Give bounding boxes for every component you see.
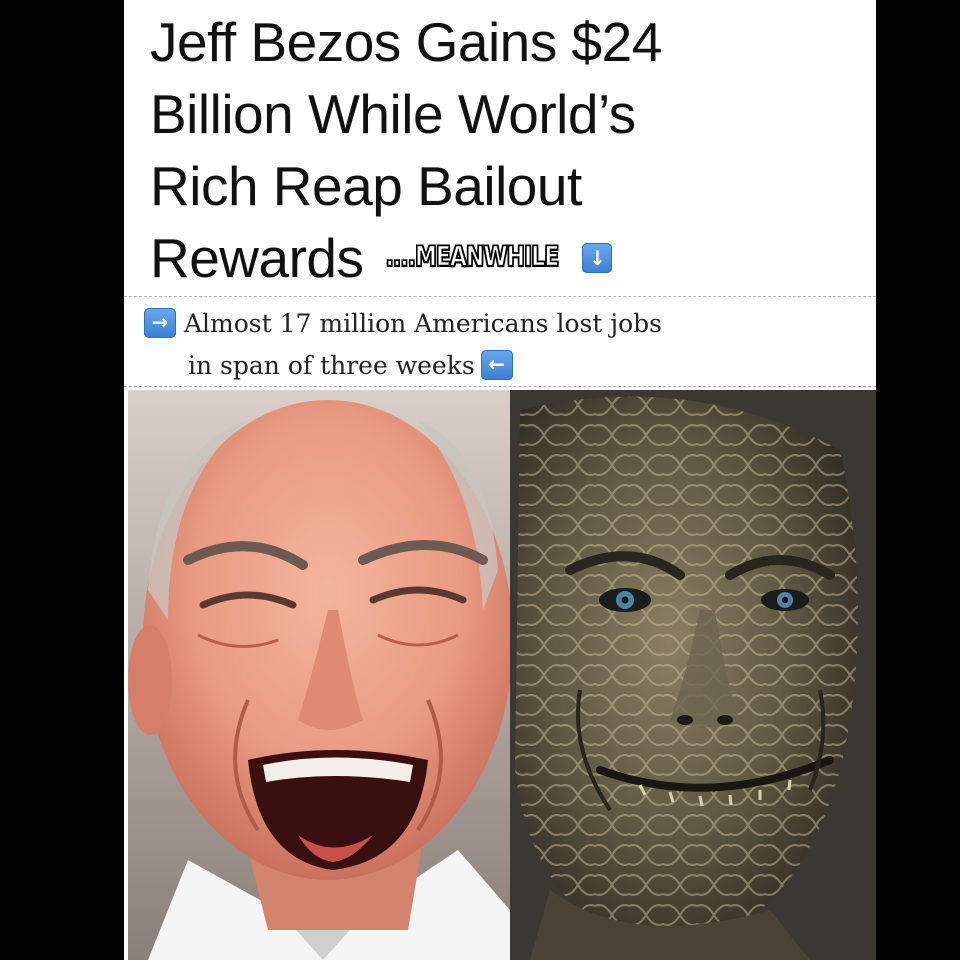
- reptilian-creature-photo: [510, 390, 876, 960]
- reptilian-creature-illustration: [510, 390, 876, 960]
- laughing-man-illustration: [128, 390, 510, 960]
- headline: Jeff Bezos Gains $24 Billion While World…: [150, 6, 850, 298]
- left-arrow-icon: ←: [480, 349, 513, 380]
- subheadline-line-1: → Almost 17 million Americans lost jobs: [144, 307, 662, 338]
- meme-card: Jeff Bezos Gains $24 Billion While World…: [124, 0, 876, 960]
- right-arrow-icon: →: [144, 307, 176, 338]
- headline-line-4: Rewards ....MEANWHILE ↓: [150, 222, 850, 298]
- meanwhile-caption: ....MEANWHILE: [385, 241, 560, 274]
- down-arrow-icon: ↓: [582, 243, 613, 274]
- subheadline: → Almost 17 million Americans lost jobs i…: [144, 303, 854, 387]
- headline-line-1: Jeff Bezos Gains $24: [150, 11, 662, 73]
- photo-comparison: [124, 390, 876, 960]
- headline-line-4-text: Rewards: [150, 227, 364, 289]
- divider-bottom: [124, 386, 876, 387]
- subheadline-line-2-text: in span of three weeks: [188, 351, 475, 380]
- headline-line-3: Rich Reap Bailout: [150, 155, 582, 217]
- laughing-man-photo: [128, 390, 510, 960]
- subheadline-line-1-text: Almost 17 million Americans lost jobs: [184, 309, 662, 338]
- divider-top: [124, 296, 876, 297]
- headline-line-2: Billion While World’s: [150, 83, 636, 145]
- subheadline-line-2: in span of three weeks ←: [144, 349, 513, 380]
